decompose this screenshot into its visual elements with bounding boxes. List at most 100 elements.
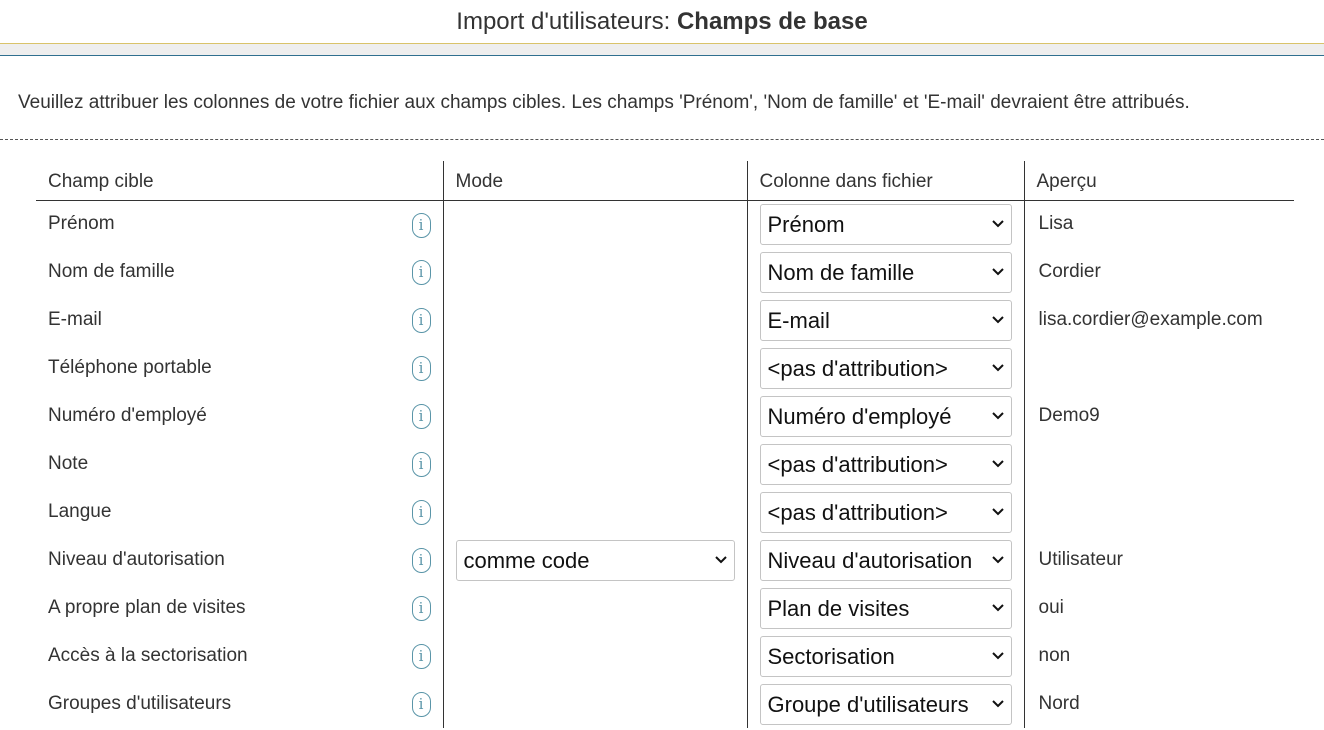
header-mode: Mode	[442, 161, 747, 201]
target-field-label: Prénom	[48, 213, 115, 235]
chevron-down-icon	[989, 252, 1006, 292]
info-icon[interactable]: i	[411, 548, 431, 573]
header-preview: Aperçu	[1023, 161, 1294, 201]
mode-cell	[442, 584, 747, 632]
preview-value: lisa.cordier@example.com	[1023, 296, 1294, 344]
info-icon[interactable]: i	[411, 308, 431, 333]
info-icon[interactable]: i	[411, 404, 431, 429]
file-column-select-value: Sectorisation	[767, 643, 895, 669]
table-header-row: Champ cible Mode Colonne dans fichier Ap…	[36, 161, 1294, 201]
info-icon[interactable]: i	[411, 644, 431, 669]
table-row: Niveau d'autorisation i comme code Niveau d…	[36, 536, 1294, 584]
preview-value	[1023, 344, 1294, 392]
table-row: Groupes d'utilisateurs i Groupe d'utilisat…	[36, 680, 1294, 728]
file-column-select[interactable]: Numéro d'employé	[759, 395, 1012, 437]
file-column-select[interactable]: Sectorisation	[759, 635, 1012, 677]
file-column-cell: Numéro d'employé	[746, 392, 1024, 440]
mode-select-value: comme code	[463, 547, 590, 573]
target-field-label: Note	[48, 453, 89, 474]
mode-cell	[442, 488, 747, 536]
preview-value: Cordier	[1023, 248, 1294, 296]
chevron-down-icon	[712, 540, 729, 580]
target-field-cell: Accès à la sectorisation i	[36, 632, 443, 680]
file-column-select[interactable]: Plan de visites	[759, 587, 1012, 629]
mode-cell	[442, 248, 747, 296]
preview-value: Utilisateur	[1023, 536, 1294, 584]
file-column-select-value: Prénom	[767, 211, 845, 237]
file-column-select-value: <pas d'attribution>	[767, 451, 948, 477]
file-column-cell: Plan de visites	[746, 584, 1024, 632]
target-field-label: Langue	[48, 501, 112, 522]
target-field-cell: E-mail i	[36, 296, 443, 344]
file-column-select[interactable]: <pas d'attribution>	[759, 347, 1012, 389]
target-field-label: Groupes d'utilisateurs	[48, 693, 232, 714]
preview-value: oui	[1023, 584, 1294, 632]
instructions-text: Veuillez attribuer les colonnes de votre…	[18, 92, 1190, 113]
table-row: Nom de famille i Nom de famille Cordier	[36, 248, 1294, 296]
dashed-divider	[0, 139, 1324, 140]
file-column-select[interactable]: <pas d'attribution>	[759, 443, 1012, 485]
preview-value	[1023, 440, 1294, 488]
target-field-label: Nom de famille	[48, 261, 175, 282]
mode-cell	[442, 632, 747, 680]
preview-value	[1023, 488, 1294, 536]
file-column-select[interactable]: Nom de famille	[759, 251, 1012, 293]
table-row: Téléphone portable i <pas d'attribution>	[36, 344, 1294, 392]
chevron-down-icon	[989, 540, 1006, 580]
target-field-label: Téléphone portable	[48, 357, 212, 378]
header-file-column: Colonne dans fichier	[746, 161, 1024, 201]
target-field-cell: Niveau d'autorisation i	[36, 536, 443, 584]
info-icon[interactable]: i	[411, 452, 431, 477]
table-row: Numéro d'employé i Numéro d'employé Demo9	[36, 392, 1294, 440]
file-column-cell: <pas d'attribution>	[746, 440, 1024, 488]
file-column-select[interactable]: Groupe d'utilisateurs	[759, 683, 1012, 725]
table-row: E-mail i E-mail lisa.cordier@example.com	[36, 296, 1294, 344]
target-field-cell: Téléphone portable i	[36, 344, 443, 392]
info-icon[interactable]: i	[411, 212, 431, 238]
file-column-select[interactable]: <pas d'attribution>	[759, 491, 1012, 533]
preview-value: non	[1023, 632, 1294, 680]
file-column-select-value: <pas d'attribution>	[767, 355, 948, 381]
preview-value: Lisa	[1023, 200, 1294, 248]
file-column-select-value: Niveau d'autorisation	[767, 547, 973, 573]
file-column-select[interactable]: Niveau d'autorisation	[759, 539, 1012, 581]
mode-cell	[442, 680, 747, 728]
mode-select[interactable]: comme code	[455, 539, 735, 581]
file-column-select-value: Nom de famille	[767, 259, 915, 285]
file-column-cell: Sectorisation	[746, 632, 1024, 680]
page-title-prefix: Import d'utilisateurs:	[456, 8, 677, 35]
preview-value: Nord	[1023, 680, 1294, 728]
target-field-label: Niveau d'autorisation	[48, 549, 225, 570]
file-column-select[interactable]: Prénom	[759, 203, 1012, 245]
table-body: Prénom i Prénom Lisa Nom de famille i Nom de f…	[36, 200, 1294, 728]
target-field-cell: Note i	[36, 440, 443, 488]
chevron-down-icon	[989, 348, 1006, 388]
field-mapping-table: Champ cible Mode Colonne dans fichier Ap…	[36, 161, 1294, 728]
file-column-cell: <pas d'attribution>	[746, 344, 1024, 392]
info-icon[interactable]: i	[411, 692, 431, 717]
target-field-label: E-mail	[48, 309, 102, 330]
header-band	[0, 43, 1324, 56]
target-field-label: Accès à la sectorisation	[48, 645, 248, 666]
page-title: Import d'utilisateurs: Champs de base	[0, 8, 1324, 36]
info-icon[interactable]: i	[411, 356, 431, 381]
mode-cell	[442, 296, 747, 344]
mode-cell	[442, 344, 747, 392]
info-icon[interactable]: i	[411, 260, 431, 285]
file-column-select-value: Numéro d'employé	[767, 403, 952, 429]
info-icon[interactable]: i	[411, 596, 431, 621]
file-column-cell: Niveau d'autorisation	[746, 536, 1024, 584]
chevron-down-icon	[989, 588, 1006, 628]
file-column-cell: E-mail	[746, 296, 1024, 344]
mode-cell	[442, 200, 747, 248]
target-field-label: Numéro d'employé	[48, 405, 207, 426]
page-title-strong: Champs de base	[676, 8, 868, 35]
chevron-down-icon	[989, 204, 1006, 244]
table-row: A propre plan de visites i Plan de visites…	[36, 584, 1294, 632]
target-field-cell: A propre plan de visites i	[36, 584, 443, 632]
file-column-select[interactable]: E-mail	[759, 299, 1012, 341]
mode-cell	[442, 392, 747, 440]
table-row: Accès à la sectorisation i Sectorisation no…	[36, 632, 1294, 680]
info-icon[interactable]: i	[411, 500, 431, 525]
target-field-label: A propre plan de visites	[48, 597, 246, 618]
